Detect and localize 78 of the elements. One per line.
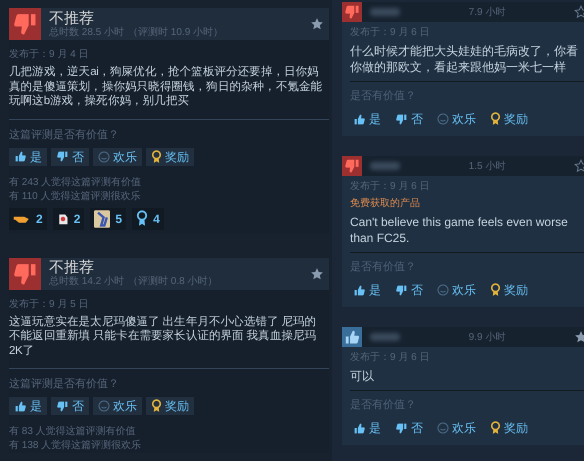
- post-date: 发布于：9 月 6 日: [350, 352, 430, 364]
- funny-button[interactable]: 欢乐: [93, 397, 142, 415]
- no-button[interactable]: 否: [51, 148, 89, 166]
- ribbon-icon: [490, 421, 501, 435]
- helpful-count: 有 243 人觉得这篇评测有价值: [9, 176, 142, 190]
- post-date: 发布于：9 月 4 日: [9, 49, 90, 61]
- smiley-icon: [98, 150, 110, 162]
- playtime: 7.9 小时: [468, 6, 506, 20]
- award-button[interactable]: 奖励: [146, 397, 194, 415]
- review-text: 可以: [350, 368, 375, 384]
- thumbs-down-icon: [395, 284, 408, 296]
- thumbs-up-icon: [14, 150, 27, 163]
- funny-count: 有 110 人觉得这篇评测很欢乐: [9, 190, 142, 204]
- free-product-label: 免费获取的产品: [350, 198, 421, 210]
- post-date: 发布于：9 月 5 日: [9, 298, 90, 310]
- smiley-icon: [437, 113, 449, 125]
- thumbs-up-icon: [353, 422, 366, 434]
- award-button[interactable]: 奖励: [146, 148, 194, 166]
- smiley-icon: [98, 400, 110, 412]
- review-text: Can't believe this game feels even worse than FC25.: [350, 214, 569, 246]
- figure-icon: [94, 210, 110, 228]
- yes-button[interactable]: 是: [9, 148, 47, 166]
- blurred-username: [370, 8, 400, 16]
- ribbon-icon: [151, 399, 162, 413]
- helpful-question: 这篇评测是否有价值？: [9, 378, 120, 391]
- funny-button[interactable]: 欢乐: [432, 281, 481, 299]
- funny-count: 有 138 人觉得这篇评测很欢乐: [9, 439, 142, 453]
- yes-button[interactable]: 是: [9, 397, 47, 415]
- helpful-count: 有 83 人觉得这篇评测有价值: [9, 425, 137, 439]
- award-button[interactable]: 奖励: [485, 419, 533, 437]
- no-button[interactable]: 否: [390, 110, 428, 128]
- award-count: 2: [74, 210, 80, 228]
- no-button[interactable]: 否: [51, 397, 89, 415]
- ribbon-icon: [490, 112, 501, 126]
- thumbs-down-icon: [56, 150, 69, 163]
- post-date: 发布于：9 月 6 日: [350, 27, 430, 39]
- thumbs-up-icon: [353, 112, 366, 126]
- helpful-question: 这篇评测是否有价值？: [9, 128, 120, 142]
- review-text: 几把游戏，逆天ai，狗屎优化，抢个篮板评分还要掉，日你妈真的是傻逼策划，操你妈只晓得圈钱，狗日的杂种，不氪金能玩啊这b游戏，操死你妈，别几把买: [9, 65, 324, 108]
- no-button[interactable]: 否: [390, 281, 428, 299]
- blurred-username: [370, 162, 400, 170]
- yes-button[interactable]: 是: [348, 110, 386, 128]
- award-button[interactable]: 奖励: [485, 281, 533, 299]
- thumbs-up-icon: [14, 400, 27, 412]
- thumbs-down-icon: [395, 422, 408, 434]
- review-text: 什么时候才能把大头娃娃的毛病改了，你看你做的那欧文，看起来跟他妈一米七一样: [350, 43, 579, 75]
- ribbon-icon: [136, 210, 148, 227]
- post-date: 发布于：9 月 6 日: [350, 181, 430, 193]
- thumbs-down-icon: [56, 400, 69, 412]
- star-icon: [310, 17, 324, 31]
- thumbs-up-icon: [353, 284, 366, 296]
- review-verdict: 不推荐: [49, 10, 95, 26]
- review-verdict: 不推荐: [49, 259, 95, 276]
- playtime: 1.5 小时: [468, 160, 506, 174]
- star-icon: [310, 266, 324, 280]
- tag-icon: [56, 212, 69, 226]
- ribbon-icon: [490, 283, 501, 297]
- funny-button[interactable]: 欢乐: [432, 110, 481, 128]
- blurred-username: [370, 333, 400, 341]
- playtime: 9.9 小时: [468, 330, 506, 344]
- funny-button[interactable]: 欢乐: [432, 419, 481, 437]
- smiley-icon: [437, 422, 449, 434]
- no-button[interactable]: 否: [390, 419, 428, 437]
- playtime: 总时数 28.5 小时: [49, 26, 124, 38]
- playtime: 总时数 14.2 小时: [49, 276, 124, 288]
- funny-button[interactable]: 欢乐: [93, 148, 142, 166]
- playtime-at-review: （评测时 10.9 小时）: [128, 26, 224, 38]
- yes-button[interactable]: 是: [348, 281, 386, 299]
- award-button[interactable]: 奖励: [485, 110, 533, 128]
- smiley-icon: [437, 284, 449, 296]
- award-count: 2: [36, 210, 43, 228]
- ribbon-icon: [151, 150, 162, 164]
- yes-button[interactable]: 是: [348, 419, 386, 437]
- thumbs-down-icon: [395, 112, 408, 126]
- playtime-at-review: （评测时 0.8 小时）: [128, 276, 218, 288]
- award-count: 4: [153, 210, 160, 228]
- award-count: 5: [115, 210, 122, 228]
- review-text: 这逼玩意实在是太尼玛傻逼了 出生年月不小心选错了 尼玛的不能返回重新填 只能卡在需要家长认证的界面 我真血操尼玛2K了: [9, 314, 318, 358]
